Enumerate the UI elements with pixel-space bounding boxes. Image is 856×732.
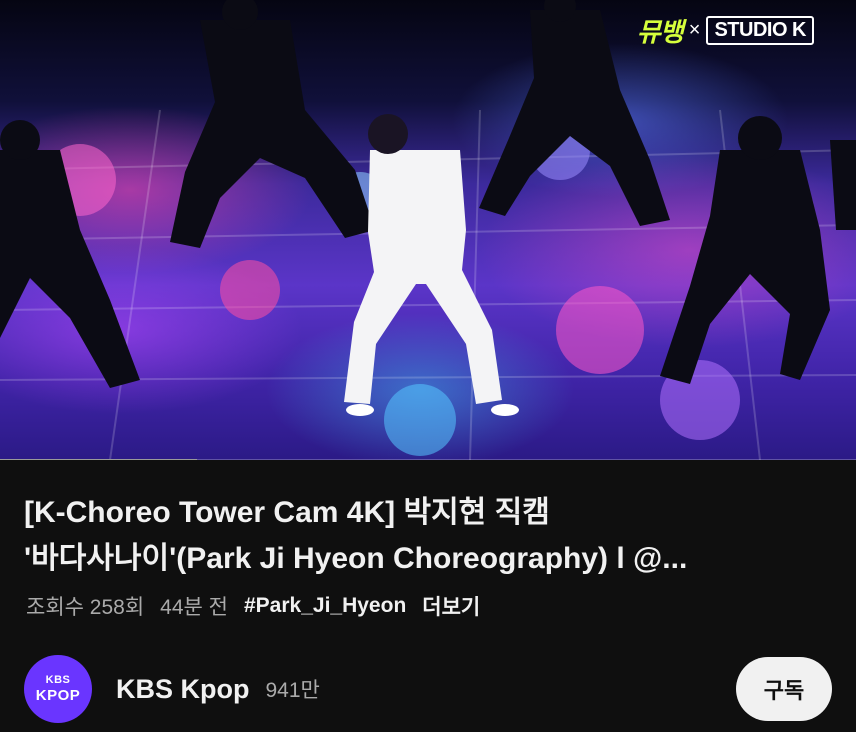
video-title-line-1: [K-Choreo Tower Cam 4K] 박지현 직캠 — [24, 496, 550, 529]
view-count: 조회수 258회 — [26, 596, 145, 619]
video-title[interactable]: [K-Choreo Tower Cam 4K] 박지현 직캠 '바다사나이'(P… — [24, 490, 824, 582]
watermark-separator: × — [688, 19, 701, 41]
channel-name[interactable]: KBS Kpop — [116, 674, 249, 705]
video-metadata: 조회수 258회 44분 전 #Park_Ji_Hyeon 더보기 — [26, 590, 480, 622]
channel-avatar[interactable]: KBS KPOP — [24, 655, 92, 723]
avatar-text-bottom: KPOP — [35, 687, 81, 704]
more-button[interactable]: 더보기 — [422, 591, 480, 621]
subscriber-count: 941만 — [265, 679, 320, 702]
show-logo: 뮤뱅 — [636, 17, 684, 47]
progress-bar[interactable] — [0, 459, 856, 460]
avatar-text-top: KBS — [45, 674, 71, 686]
subscribe-button[interactable]: 구독 — [736, 657, 832, 721]
hashtag-link[interactable]: #Park_Ji_Hyeon — [244, 594, 406, 618]
progress-fill — [0, 459, 197, 460]
video-title-line-2: '바다사나이'(Park Ji Hyeon Choreography) l @.… — [24, 542, 688, 575]
video-frame — [0, 0, 856, 460]
studio-k-logo: STUDIO K — [706, 16, 814, 45]
video-player[interactable]: 뮤뱅 × STUDIO K — [0, 0, 856, 460]
upload-time: 44분 전 — [160, 596, 228, 619]
channel-row: KBS KPOP KBS Kpop 941만 구독 — [24, 654, 832, 724]
broadcaster-watermark: 뮤뱅 × STUDIO K — [637, 12, 814, 49]
